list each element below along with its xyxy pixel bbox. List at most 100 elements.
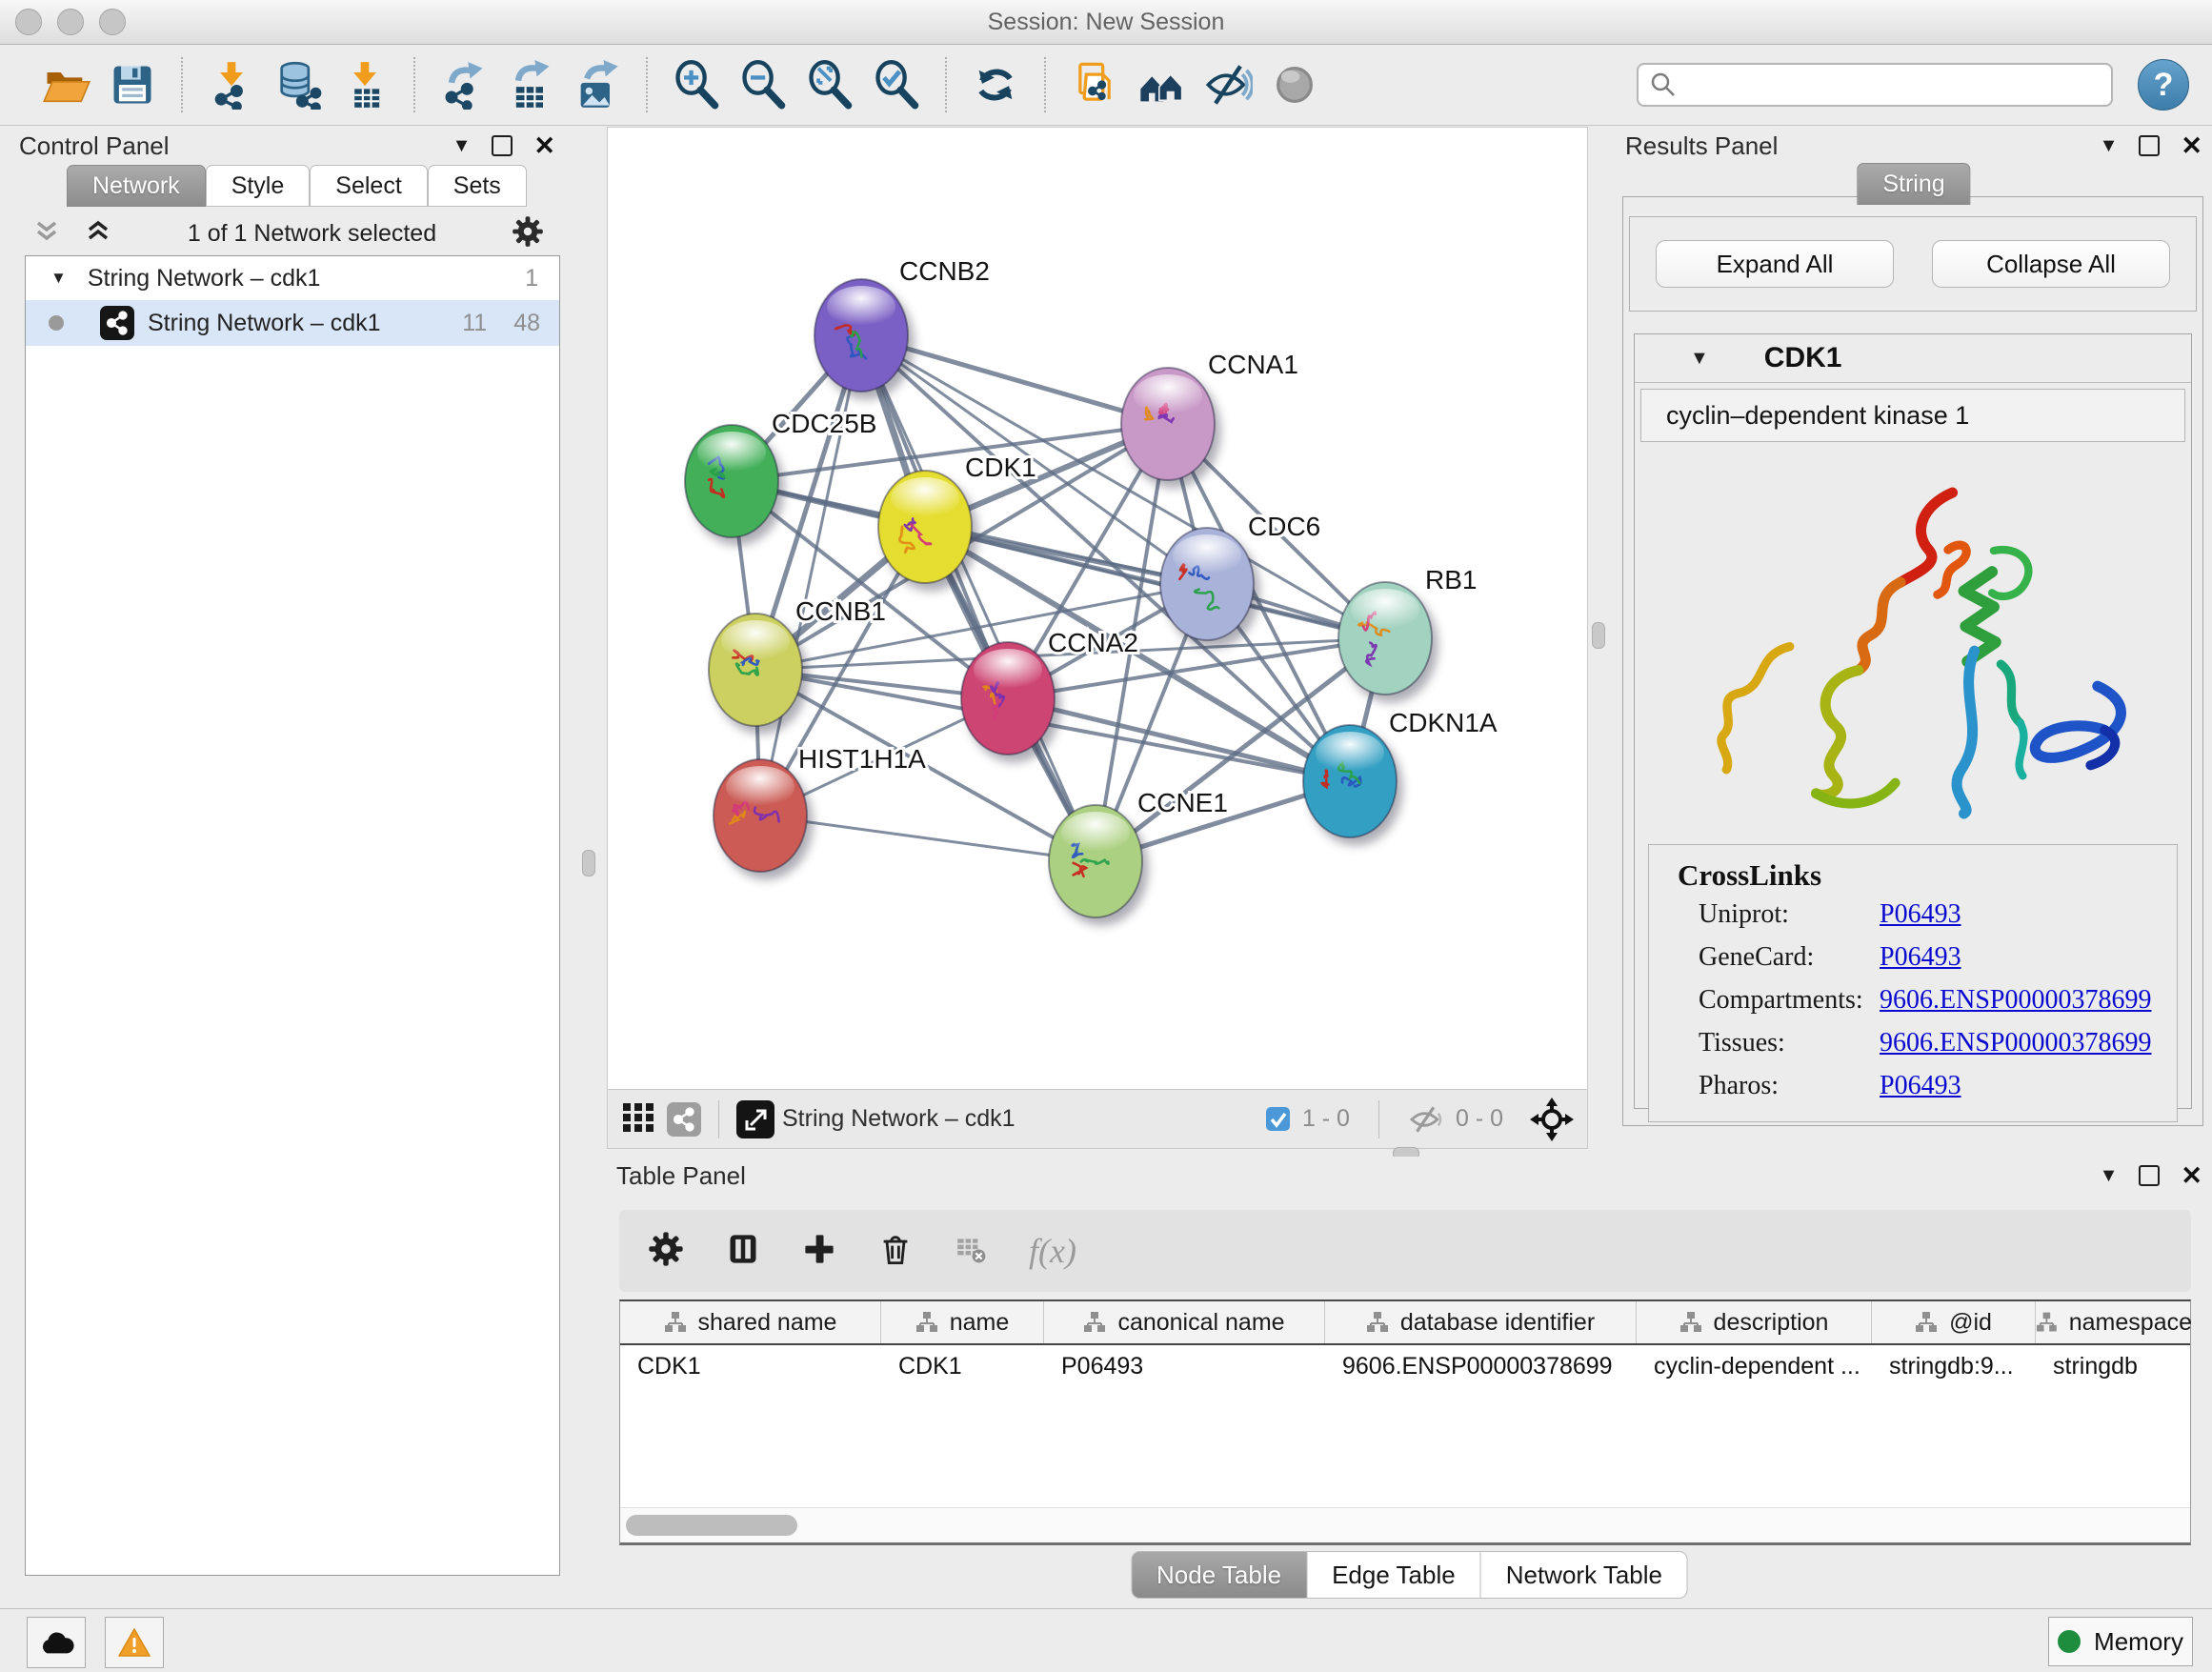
table-type-tabs: Node Table Edge Table Network Table [1131, 1551, 1688, 1599]
tab-node-table[interactable]: Node Table [1131, 1551, 1307, 1599]
network-node-ccne1[interactable] [1049, 805, 1142, 917]
open-session-button[interactable] [38, 57, 93, 112]
export-table-button[interactable] [503, 57, 558, 112]
close-panel-icon[interactable]: ✕ [2181, 133, 2202, 159]
horizontal-scrollbar[interactable] [620, 1507, 2190, 1542]
tab-network-table[interactable]: Network Table [1481, 1551, 1688, 1599]
save-session-button[interactable] [105, 57, 160, 112]
right-splitter-handle[interactable] [1592, 622, 1605, 649]
create-column-icon[interactable] [802, 1232, 836, 1271]
import-network-from-database-button[interactable] [271, 57, 326, 112]
tab-style[interactable]: Style [206, 165, 311, 207]
column-header-id[interactable]: @id [1872, 1301, 2036, 1343]
clone-network-button[interactable] [1067, 57, 1122, 112]
expand-all-button[interactable]: Expand All [1656, 240, 1894, 288]
zoom-out-button[interactable] [735, 57, 791, 112]
network-node-ccna2[interactable] [961, 642, 1055, 755]
close-panel-icon[interactable]: ✕ [533, 133, 555, 159]
column-header-description[interactable]: description [1637, 1301, 1872, 1343]
maximize-panel-icon[interactable] [2139, 135, 2160, 156]
cell-name[interactable]: CDK1 [881, 1353, 1044, 1380]
gene-section-header[interactable]: ▼ CDK1 [1635, 334, 2191, 383]
first-neighbors-button[interactable] [1134, 57, 1189, 112]
tab-network[interactable]: Network [67, 165, 206, 207]
cell-canonical-name[interactable]: P06493 [1044, 1353, 1325, 1380]
zoom-in-button[interactable] [669, 57, 724, 112]
show-columns-icon[interactable] [726, 1232, 760, 1271]
zoom-fit-button[interactable] [802, 57, 857, 112]
help-button[interactable]: ? [2138, 59, 2189, 111]
network-node-ccnb2[interactable] [814, 279, 908, 392]
maximize-panel-icon[interactable] [492, 135, 513, 156]
column-header-canonical-name[interactable]: canonical name [1044, 1301, 1325, 1343]
cell-description[interactable]: cyclin-dependent ... [1637, 1353, 1872, 1380]
table-settings-gear-icon[interactable] [648, 1231, 684, 1272]
table-row[interactable]: CDK1 CDK1 P06493 9606.ENSP00000378699 cy… [620, 1345, 2190, 1387]
network-node-cdkn1a[interactable] [1303, 725, 1397, 837]
import-table-from-file-button[interactable] [337, 57, 392, 112]
network-row-selected[interactable]: String Network – cdk1 11 48 [26, 300, 559, 346]
network-canvas[interactable]: CCNB2CCNA1CDC25BCDK1CDC6RB1CCNB1CCNA2CDK… [607, 127, 1588, 1149]
zoom-selected-button[interactable] [869, 57, 924, 112]
tab-edge-table[interactable]: Edge Table [1307, 1551, 1481, 1599]
column-header-database-identifier[interactable]: database identifier [1325, 1301, 1637, 1343]
collection-expand-icon[interactable]: ▼ [50, 269, 67, 288]
apply-preferred-layout-button[interactable] [968, 57, 1023, 112]
birdseye-grid-icon[interactable] [621, 1099, 655, 1138]
left-splitter-handle[interactable] [582, 850, 595, 876]
cell-shared-name[interactable]: CDK1 [620, 1353, 881, 1380]
crosslink-link[interactable]: P06493 [1880, 942, 1961, 973]
network-node-cdk1[interactable] [878, 471, 972, 583]
collapse-all-networks-icon[interactable] [32, 217, 61, 251]
network-node-cdc6[interactable] [1160, 528, 1254, 640]
hide-selection-button[interactable] [1200, 57, 1256, 112]
collapse-all-button[interactable]: Collapse All [1932, 240, 2170, 288]
network-node-ccnb1[interactable] [709, 614, 802, 726]
float-panel-icon[interactable]: ▼ [2100, 135, 2119, 157]
tab-string[interactable]: String [1857, 163, 1970, 205]
cloud-status-button[interactable] [27, 1617, 86, 1668]
crosslink-link[interactable]: 9606.ENSP00000378699 [1880, 1028, 2151, 1058]
tab-select[interactable]: Select [310, 165, 427, 207]
column-header-shared-name[interactable]: shared name [620, 1301, 881, 1343]
network-options-gear-icon[interactable] [512, 215, 544, 252]
detach-view-icon[interactable] [736, 1100, 774, 1138]
cell-id[interactable]: stringdb:9... [1872, 1353, 2036, 1380]
delete-column-trash-icon[interactable] [878, 1232, 913, 1271]
network-collection-row[interactable]: ▼ String Network – cdk1 1 [26, 256, 559, 300]
network-node-ccna1[interactable] [1121, 368, 1215, 480]
search-input[interactable] [1637, 63, 2113, 107]
network-node-hist1h1a[interactable] [714, 759, 807, 872]
selected-checkbox-icon[interactable] [1265, 1106, 1291, 1132]
memory-button[interactable]: Memory [2048, 1617, 2193, 1666]
maximize-panel-icon[interactable] [2139, 1165, 2160, 1186]
float-panel-icon[interactable]: ▼ [452, 135, 472, 157]
network-view-type-icon[interactable] [667, 1102, 701, 1137]
column-header-namespace[interactable]: namespace [2036, 1301, 2192, 1343]
network-graph[interactable]: CCNB2CCNA1CDC25BCDK1CDC6RB1CCNB1CCNA2CDK… [608, 128, 1587, 1089]
cell-database-identifier[interactable]: 9606.ENSP00000378699 [1325, 1353, 1637, 1380]
tab-sets[interactable]: Sets [428, 165, 527, 207]
export-image-button[interactable] [570, 57, 625, 112]
network-edge-ccnb2-ccne1[interactable] [861, 335, 1096, 861]
crosslink-link[interactable]: P06493 [1880, 899, 1961, 930]
column-header-name[interactable]: name [881, 1301, 1044, 1343]
network-edge-hist1h1a-ccne1[interactable] [760, 816, 1096, 861]
scrollbar-thumb[interactable] [626, 1515, 797, 1536]
column-type-icon [1083, 1311, 1106, 1334]
expand-all-networks-icon[interactable] [84, 217, 112, 251]
warnings-button[interactable] [105, 1617, 164, 1668]
crosslink-link[interactable]: P06493 [1880, 1071, 1961, 1101]
section-expand-icon[interactable]: ▼ [1690, 348, 1709, 370]
network-node-cdc25b[interactable] [685, 425, 778, 537]
show-all-button[interactable] [1267, 57, 1322, 112]
import-network-from-file-button[interactable] [204, 57, 259, 112]
zoom-out-icon [738, 60, 788, 110]
crosslink-link[interactable]: 9606.ENSP00000378699 [1880, 985, 2151, 1016]
network-node-rb1[interactable] [1338, 582, 1432, 695]
close-panel-icon[interactable]: ✕ [2181, 1163, 2202, 1189]
export-network-button[interactable] [436, 57, 492, 112]
cell-namespace[interactable]: stringdb [2036, 1353, 2192, 1380]
always-show-crosshair-icon[interactable] [1530, 1098, 1574, 1141]
float-panel-icon[interactable]: ▼ [2100, 1165, 2119, 1187]
